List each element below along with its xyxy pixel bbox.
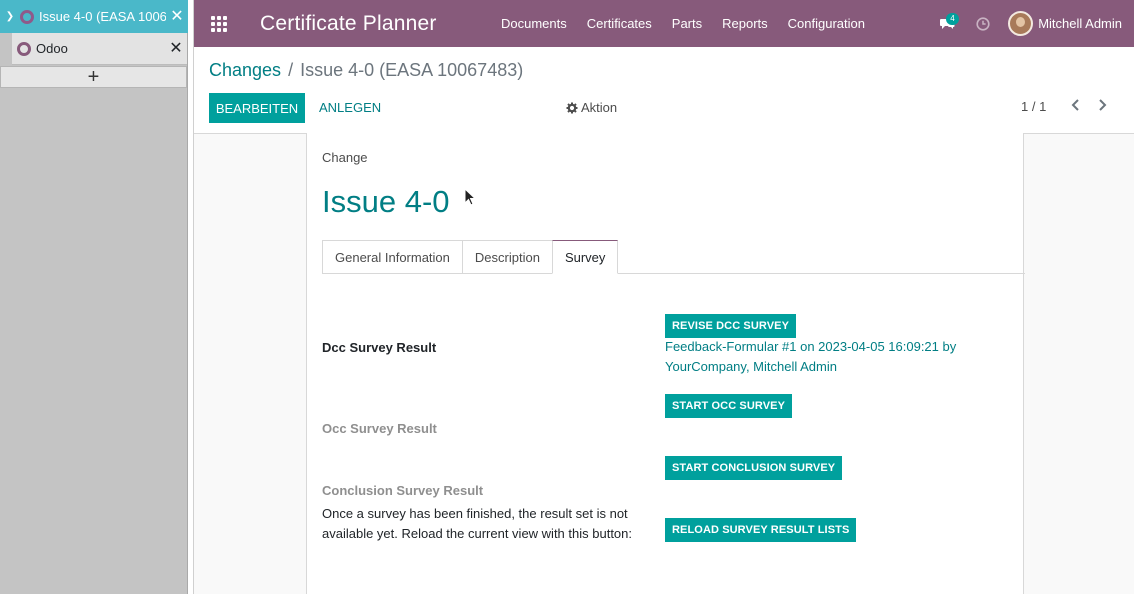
action-menu[interactable]: Aktion <box>566 100 617 115</box>
menu-parts[interactable]: Parts <box>662 16 712 31</box>
breadcrumb: Changes / Issue 4-0 (EASA 10067483) <box>209 60 523 81</box>
occ-survey-result-label: Occ Survey Result <box>322 421 437 436</box>
mouse-cursor-icon <box>464 187 477 209</box>
user-name: Mitchell Admin <box>1038 16 1122 31</box>
menu-documents[interactable]: Documents <box>491 16 577 31</box>
gear-icon <box>566 102 578 113</box>
tab-sidebar: ❯ Issue 4-0 (EASA 10067483) ✕ Odoo ✕ + <box>0 0 188 594</box>
app-brand[interactable]: Certificate Planner <box>260 12 484 36</box>
breadcrumb-changes-link[interactable]: Changes <box>209 60 281 81</box>
record-title: Issue 4-0 <box>322 184 450 219</box>
add-tab-button[interactable]: + <box>0 66 187 88</box>
start-occ-survey-button[interactable]: START OCC SURVEY <box>665 394 793 418</box>
odoo-ring-icon <box>17 41 31 56</box>
avatar <box>1008 11 1034 36</box>
menu-certificates[interactable]: Certificates <box>577 16 662 31</box>
activity-clock-icon[interactable] <box>961 16 1005 31</box>
sidebar-tab-issue[interactable]: ❯ Issue 4-0 (EASA 10067483) ✕ <box>0 0 188 33</box>
edit-button[interactable]: BEARBEITEN <box>209 93 305 123</box>
main-window: Certificate Planner Documents Certificat… <box>193 0 1134 594</box>
revise-dcc-survey-button[interactable]: REVISE DCC SURVEY <box>665 314 797 338</box>
sidebar-tab-label: Odoo <box>36 41 68 56</box>
systray: 4 Mitchell Admin <box>933 0 1134 47</box>
dcc-survey-result-label: Dcc Survey Result <box>322 340 437 355</box>
messages-count-badge: 4 <box>946 13 959 25</box>
menu-reports[interactable]: Reports <box>712 16 778 31</box>
close-icon[interactable]: ✕ <box>165 40 187 57</box>
tab-description[interactable]: Description <box>461 240 553 274</box>
messages-icon[interactable]: 4 <box>933 0 961 47</box>
chevron-right-icon[interactable] <box>1098 98 1107 114</box>
main-menu: Documents Certificates Parts Reports Con… <box>491 16 875 31</box>
dcc-survey-result-link[interactable]: Feedback-Formular #1 on 2023-04-05 16:09… <box>665 337 985 377</box>
close-icon[interactable]: ✕ <box>166 8 188 25</box>
start-conclusion-survey-button[interactable]: START CONCLUSION SURVEY <box>665 456 843 480</box>
chevron-left-icon[interactable] <box>1071 98 1080 114</box>
tab-survey[interactable]: Survey <box>551 240 619 274</box>
notebook-tabs: General Information Description Survey <box>322 240 619 274</box>
action-label: Aktion <box>581 100 618 115</box>
top-navbar: Certificate Planner Documents Certificat… <box>194 0 1134 47</box>
conclusion-survey-result-label: Conclusion Survey Result <box>322 483 484 498</box>
reload-survey-result-lists-button[interactable]: RELOAD SURVEY RESULT LISTS <box>665 518 857 542</box>
sidebar-tab-label: Issue 4-0 (EASA 10067483) <box>39 9 166 24</box>
model-label: Change <box>322 150 368 165</box>
pager-value[interactable]: 1 / 1 <box>1021 99 1046 114</box>
chevron-down-icon[interactable]: ❯ <box>5 11 15 22</box>
form-sheet: Change Issue 4-0 General Information Des… <box>306 133 1025 594</box>
odoo-ring-icon <box>20 9 34 24</box>
reload-note: Once a survey has been finished, the res… <box>322 506 633 541</box>
menu-configuration[interactable]: Configuration <box>778 16 875 31</box>
user-menu[interactable]: Mitchell Admin <box>1008 11 1122 36</box>
breadcrumb-separator: / <box>288 60 294 80</box>
apps-menu-icon[interactable] <box>194 0 244 47</box>
breadcrumb-current: Issue 4-0 (EASA 10067483) <box>300 60 524 80</box>
create-button[interactable]: ANLEGEN <box>319 100 381 115</box>
tabs-divider <box>322 273 1025 274</box>
tab-general-information[interactable]: General Information <box>322 240 463 274</box>
sidebar-tab-odoo[interactable]: Odoo ✕ <box>12 33 187 65</box>
